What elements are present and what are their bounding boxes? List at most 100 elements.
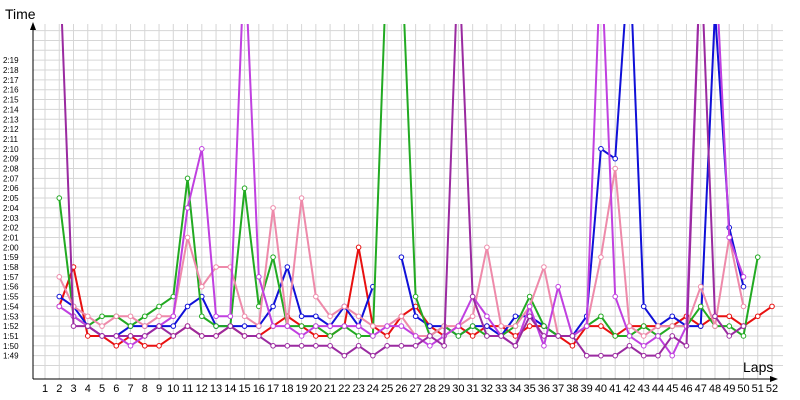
data-point [640,333,647,339]
data-point [256,323,262,329]
data-point [569,333,576,339]
data-point [56,195,63,201]
data-point [184,205,191,211]
data-point [370,323,376,329]
x-tick-label: 10 [167,383,179,395]
data-point [455,323,462,329]
data-point [740,323,747,329]
data-point [669,352,676,359]
data-point [184,323,191,329]
data-point [341,303,348,310]
data-point [113,333,120,339]
data-point [99,333,105,339]
data-point [713,9,718,14]
data-point [313,343,319,349]
data-point [598,352,604,359]
x-tick-label: 14 [224,383,236,395]
x-tick-label: 8 [142,383,148,395]
x-tick-label: 32 [481,383,493,395]
data-point [341,323,348,329]
data-point [640,303,647,310]
y-tick-label: 1:51 [3,332,19,341]
data-point [583,352,590,359]
data-point [512,323,519,329]
data-point [56,293,63,300]
data-point [384,323,390,329]
data-point [740,333,747,339]
y-tick-label: 2:05 [3,194,19,203]
data-point [284,264,291,270]
x-axis-title: Laps [743,359,773,375]
x-tick-label: 47 [695,383,707,395]
y-tick-label: 2:09 [3,155,19,164]
data-point [127,333,134,339]
x-tick-label: 29 [438,383,450,395]
x-tick-label: 16 [253,383,265,395]
data-point [184,303,191,310]
y-tick-label: 2:01 [3,233,19,242]
data-point [526,293,533,300]
data-point [412,293,419,300]
y-tick-label: 1:53 [3,312,19,321]
data-point [84,333,91,339]
x-tick-label: 24 [367,383,379,395]
data-point [598,146,604,152]
data-point [341,352,348,359]
y-tick-label: 2:19 [3,56,19,65]
data-point [484,333,490,339]
data-point [184,175,191,182]
y-tick-label: 1:58 [3,263,19,272]
data-point [141,323,148,329]
data-point [726,234,733,241]
data-point [141,333,148,339]
data-point [512,313,519,320]
y-tick-label: 2:00 [3,243,19,252]
x-tick-label: 26 [395,383,407,395]
y-tick-label: 2:02 [3,224,19,233]
y-tick-label: 2:17 [3,76,19,85]
y-tick-label: 1:57 [3,273,19,282]
x-tick-label: 48 [709,383,721,395]
data-point [412,333,419,339]
data-point [199,146,205,152]
data-point [241,313,248,320]
data-point [498,323,504,329]
data-point [541,264,547,270]
x-tick-label: 13 [210,383,222,395]
x-tick-label: 22 [338,383,350,395]
x-tick-label: 5 [99,383,105,395]
data-point [726,333,733,339]
data-point [541,333,547,339]
data-point [612,293,618,300]
data-point [156,303,162,310]
y-axis-title: Time [5,6,36,22]
data-point [84,313,91,320]
data-point [313,333,319,339]
data-point [669,313,676,320]
x-tick-label: 36 [538,383,550,395]
data-point [141,313,148,320]
data-point [327,313,333,320]
data-point [284,323,291,329]
data-point [256,333,262,339]
data-point [412,313,419,320]
x-tick-label: 37 [552,383,564,395]
x-tick-label: 27 [410,383,422,395]
data-point [313,323,319,329]
data-point [327,323,333,329]
data-point [298,343,305,349]
data-point [384,343,390,349]
data-point [227,323,234,329]
data-point [270,254,276,260]
data-point [199,313,205,320]
data-point [170,333,177,339]
data-point [298,323,305,329]
data-point [640,323,647,329]
data-point [640,343,647,349]
data-point [598,313,604,320]
x-tick-label: 51 [752,383,764,395]
data-point [370,333,376,339]
data-point [655,333,661,339]
y-tick-label: 1:54 [3,302,19,311]
x-tick-label: 20 [310,383,322,395]
